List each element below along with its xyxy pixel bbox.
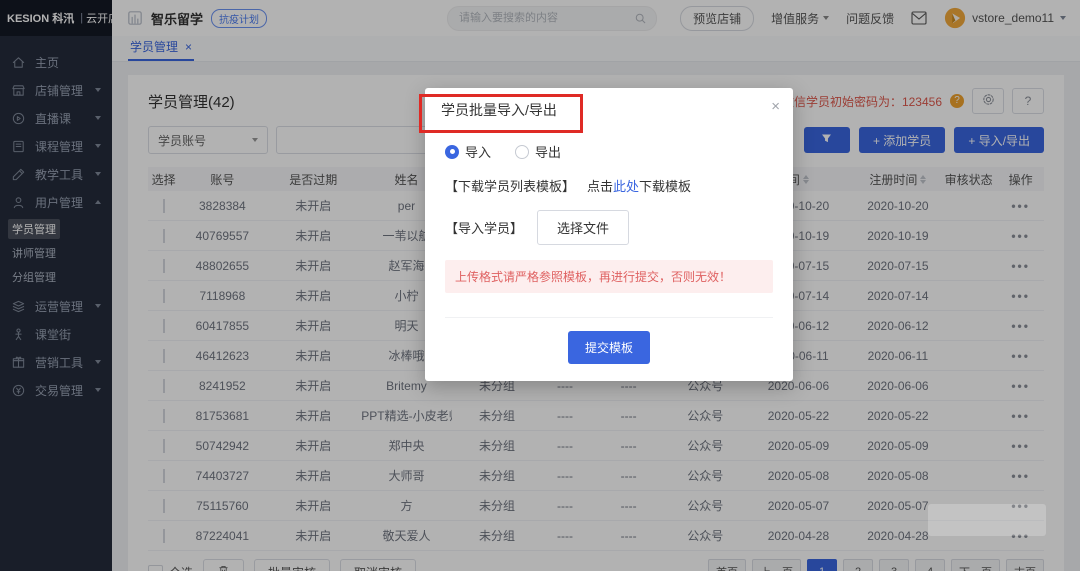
radio-selected-icon — [445, 144, 459, 159]
radio-import[interactable]: 导入 — [445, 142, 491, 161]
modal-title: 学员批量导入/导出 — [441, 102, 557, 118]
import-student-label: 【导入学员】 — [445, 221, 524, 236]
choose-file-button[interactable]: 选择文件 — [537, 210, 630, 245]
radio-unselected-icon — [515, 144, 530, 159]
download-template-link[interactable]: 此处 — [613, 179, 639, 194]
import-export-modal: 学员批量导入/导出 × 导入 导出 【下载学员列表模板】 点击此处下载模板 【导… — [425, 88, 793, 381]
download-hint-pre: 点击 — [587, 179, 614, 194]
radio-import-label: 导入 — [465, 145, 492, 160]
download-hint: 点击此处下载模板 — [587, 176, 691, 195]
close-icon[interactable]: × — [771, 98, 780, 115]
upload-format-warning: 上传格式请严格参照模板，再进行提交，否则无效！ — [445, 260, 773, 293]
submit-template-button[interactable]: 提交模板 — [567, 331, 650, 364]
highlight-patch — [928, 504, 1046, 536]
mode-radio-group: 导入 导出 — [445, 142, 773, 161]
download-template-label: 【下载学员列表模板】 — [445, 179, 576, 194]
radio-export-label: 导出 — [535, 145, 562, 160]
app-window: KESION 科汛 | 云开店 主页 店铺管理 直播课 课程管理 教学工具 用户管理 学员管… — [0, 0, 1080, 571]
radio-export[interactable]: 导出 — [515, 142, 561, 161]
download-hint-post: 下载模板 — [639, 179, 692, 194]
